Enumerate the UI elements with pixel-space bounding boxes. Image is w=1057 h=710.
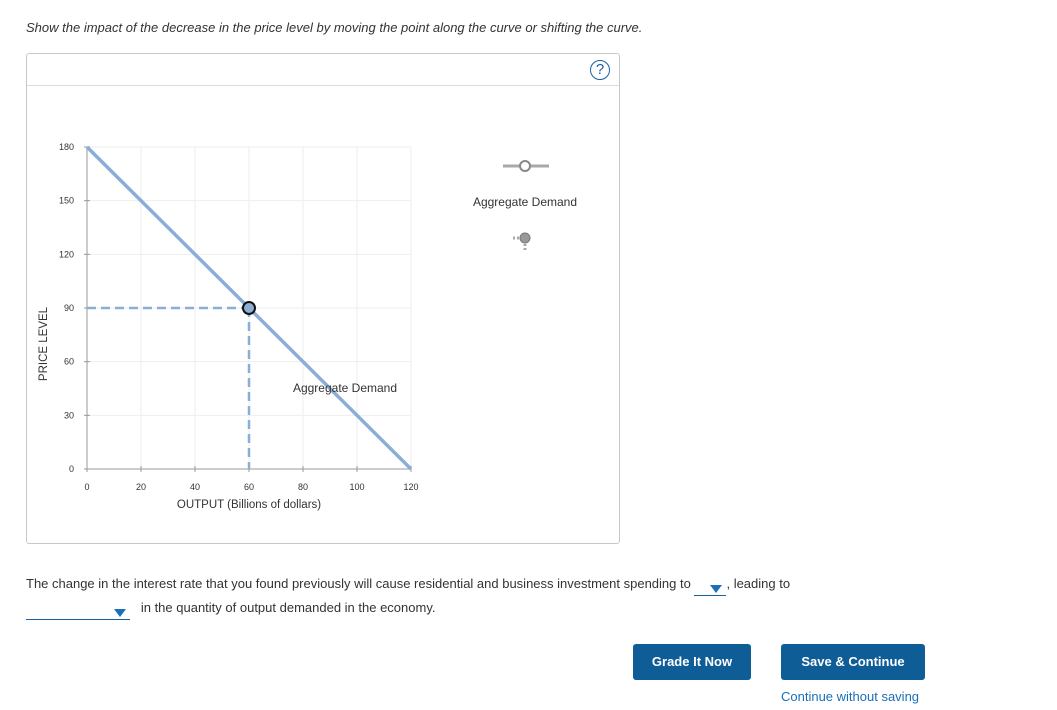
chevron-down-icon <box>710 585 723 593</box>
instruction-text: Show the impact of the decrease in the p… <box>26 20 643 35</box>
y-tick-label: 120 <box>59 249 74 259</box>
y-axis-label: PRICE LEVEL <box>38 306 50 381</box>
palette-point-tool[interactable] <box>513 232 531 250</box>
x-tick-label: 100 <box>349 482 364 492</box>
x-tick-label: 120 <box>403 482 418 492</box>
x-tick-label: 40 <box>190 482 200 492</box>
palette-tool-label: Aggregate Demand <box>473 195 577 209</box>
graph-panel: ? 0 20 40 60 80 100 120 0 30 60 90 120 150 180 OUTPUT… <box>26 53 620 544</box>
x-tick-label: 20 <box>136 482 146 492</box>
y-tick-label: 180 <box>59 142 74 152</box>
question-text: The change in the interest rate that you… <box>26 572 790 620</box>
question-part1: The change in the interest rate that you… <box>26 576 691 591</box>
chart-guides <box>87 306 251 469</box>
curve-label: Aggregate Demand <box>293 381 397 395</box>
y-tick-label: 60 <box>64 357 74 367</box>
question-part2: , leading to <box>726 576 791 591</box>
y-tick-label: 0 <box>69 464 74 474</box>
save-continue-button[interactable]: Save & Continue <box>781 644 925 680</box>
x-tick-label: 60 <box>244 482 254 492</box>
y-tick-label: 30 <box>64 410 74 420</box>
aggregate-demand-graph[interactable]: 0 20 40 60 80 100 120 0 30 60 90 120 150 180 OUTPUT (… <box>27 86 619 546</box>
continue-without-saving-link[interactable]: Continue without saving <box>781 689 919 704</box>
y-tick-label: 150 <box>59 196 74 206</box>
investment-dropdown[interactable] <box>694 577 727 596</box>
output-dropdown[interactable] <box>26 601 130 620</box>
help-button[interactable]: ? <box>590 60 610 80</box>
x-tick-label: 80 <box>298 482 308 492</box>
x-tick-label: 0 <box>84 482 89 492</box>
chart-ticks: 0 20 40 60 80 100 120 0 30 60 90 120 150 180 <box>59 142 419 492</box>
chevron-down-icon <box>114 609 126 617</box>
question-part3: in the quantity of output demanded in th… <box>140 600 436 615</box>
palette-line-tool[interactable] <box>503 160 549 172</box>
chart-marks <box>242 301 256 315</box>
y-tick-label: 90 <box>64 303 74 313</box>
x-axis-label: OUTPUT (Billions of dollars) <box>177 499 321 511</box>
grade-it-now-button[interactable]: Grade It Now <box>633 644 751 680</box>
equilibrium-point[interactable] <box>242 301 256 315</box>
